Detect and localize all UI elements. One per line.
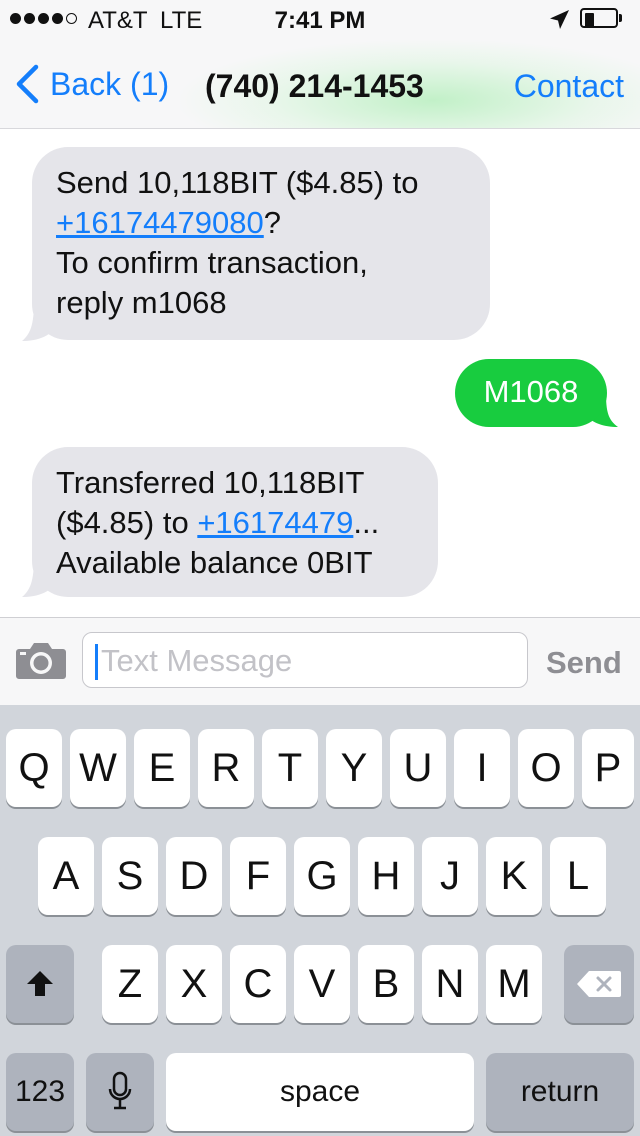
key-s[interactable]: S (102, 837, 158, 915)
message-input-bar: Text Message Send (0, 617, 640, 706)
key-t[interactable]: T (262, 729, 318, 807)
message-text: To confirm transaction, (56, 245, 368, 280)
key-y[interactable]: Y (326, 729, 382, 807)
message-text: ... (353, 505, 380, 540)
message-text: Transferred 10,118BIT (56, 465, 365, 500)
outgoing-message[interactable]: M1068 (455, 359, 607, 427)
key-g[interactable]: G (294, 837, 350, 915)
shift-arrow-icon (27, 971, 53, 996)
key-j[interactable]: J (422, 837, 478, 915)
header: AT&T LTE 7:41 PM Back (1) (740) 214-1453… (0, 0, 640, 129)
text-cursor (95, 644, 98, 680)
key-p[interactable]: P (582, 729, 634, 807)
keyboard: Q W E R T Y U I O P A S D F G H J K L Z … (0, 705, 640, 1136)
key-c[interactable]: C (230, 945, 286, 1023)
phone-link[interactable]: +16174479 (197, 505, 353, 540)
send-button[interactable]: Send (546, 645, 622, 681)
numbers-key[interactable]: 123 (6, 1053, 74, 1131)
message-thread[interactable]: Send 10,118BIT ($4.85) to +16174479080? … (0, 129, 640, 617)
conversation-title: (740) 214-1453 (205, 68, 424, 104)
key-z[interactable]: Z (102, 945, 158, 1023)
key-r[interactable]: R (198, 729, 254, 807)
key-n[interactable]: N (422, 945, 478, 1023)
backspace-icon (577, 971, 621, 997)
camera-icon[interactable] (15, 640, 67, 680)
message-text: reply m1068 (56, 285, 227, 320)
message-text: ($4.85) to (56, 505, 198, 540)
dictation-key[interactable] (86, 1053, 154, 1131)
space-key[interactable]: space (166, 1053, 474, 1131)
contact-button[interactable]: Contact (514, 68, 624, 105)
message-text: ? (263, 205, 282, 240)
key-a[interactable]: A (38, 837, 94, 915)
chevron-left-icon (16, 64, 39, 104)
key-k[interactable]: K (486, 837, 542, 915)
delete-key[interactable] (564, 945, 634, 1023)
key-u[interactable]: U (390, 729, 446, 807)
status-bar: AT&T LTE 7:41 PM (0, 0, 640, 40)
key-h[interactable]: H (358, 837, 414, 915)
battery-icon (580, 8, 624, 30)
key-f[interactable]: F (230, 837, 286, 915)
shift-key[interactable] (6, 945, 74, 1023)
key-m[interactable]: M (486, 945, 542, 1023)
message-text: Send 10,118BIT ($4.85) to (56, 165, 419, 200)
key-l[interactable]: L (550, 837, 606, 915)
incoming-message[interactable]: Transferred 10,118BIT ($4.85) to +161744… (32, 447, 438, 597)
navigation-bar: Back (1) (740) 214-1453 Contact (0, 44, 640, 128)
message-placeholder: Text Message (101, 643, 293, 678)
phone-link[interactable]: +16174479080 (56, 205, 264, 240)
battery-level (585, 13, 594, 27)
key-o[interactable]: O (518, 729, 574, 807)
incoming-message[interactable]: Send 10,118BIT ($4.85) to +16174479080? … (32, 147, 490, 340)
key-b[interactable]: B (358, 945, 414, 1023)
key-x[interactable]: X (166, 945, 222, 1023)
key-q[interactable]: Q (6, 729, 62, 807)
microphone-icon (108, 1071, 132, 1110)
location-arrow-icon (550, 10, 569, 29)
key-d[interactable]: D (166, 837, 222, 915)
message-text-field[interactable]: Text Message (82, 632, 528, 688)
back-label: Back (1) (50, 65, 170, 102)
key-v[interactable]: V (294, 945, 350, 1023)
key-w[interactable]: W (70, 729, 126, 807)
message-text: Available balance 0BIT (56, 545, 373, 580)
key-i[interactable]: I (454, 729, 510, 807)
message-text: M1068 (483, 374, 579, 409)
return-key[interactable]: return (486, 1053, 634, 1131)
status-time: 7:41 PM (274, 7, 366, 34)
key-e[interactable]: E (134, 729, 190, 807)
back-button[interactable]: Back (1) (14, 62, 169, 106)
